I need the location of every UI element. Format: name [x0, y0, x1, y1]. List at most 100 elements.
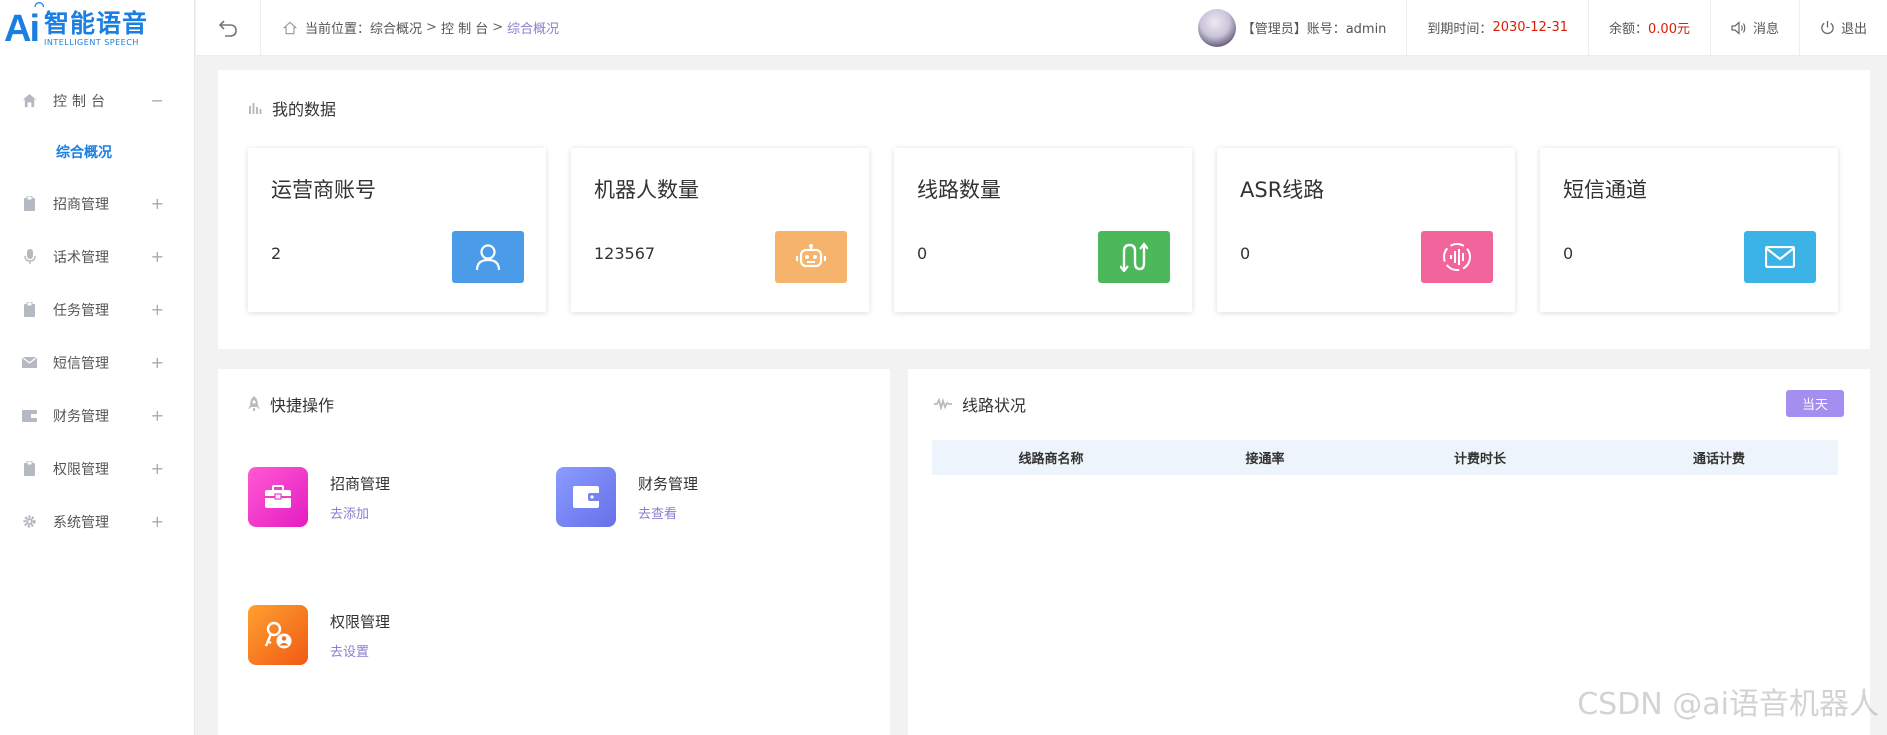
- stat-card-operators[interactable]: 运营商账号 2: [248, 148, 546, 312]
- logo-mark: Ai ◠: [4, 0, 45, 50]
- breadcrumb-item[interactable]: 控 制 台: [441, 18, 488, 37]
- sidebar-item-label: 控制台: [53, 93, 110, 110]
- undo-icon: [218, 19, 237, 37]
- stat-value: 0: [1240, 244, 1251, 263]
- sidebar-item-console[interactable]: 控制台 −: [0, 74, 194, 127]
- messages-label: 消息: [1752, 22, 1779, 37]
- avatar: [1197, 8, 1236, 47]
- logout-button[interactable]: 退出: [1798, 0, 1887, 56]
- table-header-cell[interactable]: 线路商名称: [932, 448, 1170, 467]
- sidebar-item-label: 任务管理: [53, 302, 109, 319]
- sidebar-item-label: 招商管理: [53, 196, 109, 213]
- sidebar-item-label: 话术管理: [53, 249, 109, 266]
- collapse-icon[interactable]: −: [151, 91, 164, 110]
- sidebar-item-permissions[interactable]: 权限管理 +: [0, 442, 194, 495]
- speaker-icon: [1731, 20, 1747, 35]
- expand-icon[interactable]: +: [151, 247, 164, 266]
- back-button[interactable]: [196, 0, 261, 56]
- logo: Ai ◠ 智能语音 INTELLIGENT SPEECH: [0, 0, 194, 58]
- home-icon[interactable]: [283, 21, 297, 35]
- stat-name: 机器人数量: [594, 178, 699, 202]
- expire-info: 到期时间： 2030-12-31: [1406, 0, 1588, 56]
- panel-title-text: 线路状况: [962, 396, 1027, 415]
- stat-name: 线路数量: [917, 178, 1001, 202]
- quick-op-link[interactable]: 去设置: [330, 641, 390, 660]
- sidebar: Ai ◠ 智能语音 INTELLIGENT SPEECH 控制台 − 综合概况 招…: [0, 0, 195, 735]
- breadcrumb-separator: >: [492, 20, 504, 35]
- expand-icon[interactable]: +: [151, 194, 164, 213]
- breadcrumb-item[interactable]: 综合概况: [370, 18, 422, 37]
- expire-value: 2030-12-31: [1492, 20, 1568, 35]
- breadcrumb-label: 当前位置：: [305, 22, 371, 37]
- quick-op-permissions[interactable]: 权限管理 去设置: [248, 605, 390, 665]
- messages-button[interactable]: 消息: [1709, 0, 1799, 56]
- breadcrumb-current: 综合概况: [507, 22, 560, 37]
- user-info[interactable]: 【管理员】账号：admin: [1178, 0, 1407, 56]
- quick-op-link[interactable]: 去添加: [330, 503, 390, 522]
- clipboard-icon: [22, 302, 37, 317]
- sidebar-item-scripts[interactable]: 话术管理 +: [0, 230, 194, 283]
- user-icon: [452, 231, 524, 283]
- table-header-cell[interactable]: 计费时长: [1360, 448, 1600, 467]
- stat-card-lines[interactable]: 线路数量 0: [894, 148, 1192, 312]
- expand-icon[interactable]: +: [151, 459, 164, 478]
- expand-icon[interactable]: +: [151, 353, 164, 372]
- quick-op-name: 招商管理: [330, 474, 391, 493]
- table-header-cell[interactable]: 通话计费: [1600, 448, 1838, 467]
- route-icon: [1098, 231, 1170, 283]
- logout-label: 退出: [1840, 22, 1867, 37]
- power-icon: [1820, 20, 1835, 35]
- key-user-icon: [248, 605, 308, 665]
- expire-label: 到期时间：: [1427, 22, 1493, 37]
- expand-icon[interactable]: +: [151, 406, 164, 425]
- expand-icon[interactable]: +: [151, 512, 164, 531]
- table-header-cell[interactable]: 接通率: [1170, 448, 1360, 467]
- mail-icon: [1744, 231, 1816, 283]
- clipboard-icon: [22, 196, 37, 211]
- waveform-icon: [934, 398, 952, 410]
- stat-value: 0: [917, 244, 928, 263]
- account-label: 【管理员】账号：admin: [1241, 22, 1387, 37]
- quick-op-finance[interactable]: 财务管理 去查看: [556, 467, 698, 527]
- sidebar-item-system[interactable]: 系统管理 +: [0, 495, 194, 548]
- stat-card-sms-channels[interactable]: 短信通道 0: [1540, 148, 1838, 312]
- sidebar-item-label: 权限管理: [53, 461, 109, 478]
- home-icon: [22, 93, 37, 108]
- logo-text-cn: 智能语音: [44, 9, 149, 39]
- sidebar-item-label: 短信管理: [53, 355, 109, 372]
- sidebar-subitem-overview[interactable]: 综合概况: [0, 127, 194, 177]
- sidebar-item-merchants[interactable]: 招商管理 +: [0, 177, 194, 230]
- quick-op-link[interactable]: 去查看: [638, 503, 698, 522]
- sidebar-item-sms[interactable]: 短信管理 +: [0, 336, 194, 389]
- today-button[interactable]: 当天: [1786, 390, 1844, 417]
- quick-op-name: 财务管理: [638, 474, 699, 493]
- sidebar-item-finance[interactable]: 财务管理 +: [0, 389, 194, 442]
- sidebar-menu: 控制台 − 综合概况 招商管理 + 话术管理 + 任务管理 + 短信管理 + 财…: [0, 74, 194, 548]
- mail-icon: [22, 355, 37, 370]
- balance-value: 0.00元: [1648, 22, 1690, 37]
- stat-card-asr-lines[interactable]: ASR线路 0: [1217, 148, 1515, 312]
- breadcrumb-separator: >: [426, 20, 437, 35]
- breadcrumb: 当前位置： 综合概况 > 控 制 台 > 综合概况: [283, 18, 559, 37]
- panel-title: 线路状况: [934, 392, 1026, 416]
- quick-op-merchants[interactable]: 招商管理 去添加: [248, 467, 390, 527]
- panel-title-text: 我的数据: [272, 100, 337, 119]
- rocket-icon: [248, 396, 260, 412]
- quick-ops-panel: 快捷操作 招商管理 去添加 财务管理 去查看 权限管理 去设置: [218, 369, 890, 735]
- wallet-icon: [22, 408, 37, 423]
- briefcase-icon: [248, 467, 308, 527]
- stat-name: 运营商账号: [271, 178, 376, 202]
- expand-icon[interactable]: +: [151, 300, 164, 319]
- sidebar-item-tasks[interactable]: 任务管理 +: [0, 283, 194, 336]
- microphone-icon: [22, 249, 37, 264]
- stat-value: 0: [1563, 244, 1574, 263]
- voice-icon: [1421, 231, 1493, 283]
- stat-value: 2: [271, 244, 282, 263]
- stat-name: 短信通道: [1563, 178, 1647, 202]
- panel-title: 我的数据: [249, 96, 336, 120]
- top-header: 当前位置： 综合概况 > 控 制 台 > 综合概况 【管理员】账号：admin …: [196, 0, 1887, 56]
- stat-card-robots[interactable]: 机器人数量 123567: [571, 148, 869, 312]
- sidebar-item-label: 财务管理: [53, 408, 109, 425]
- header-right: 【管理员】账号：admin 到期时间： 2030-12-31 余额： 0.00元…: [1178, 0, 1887, 56]
- quick-op-name: 权限管理: [330, 612, 391, 631]
